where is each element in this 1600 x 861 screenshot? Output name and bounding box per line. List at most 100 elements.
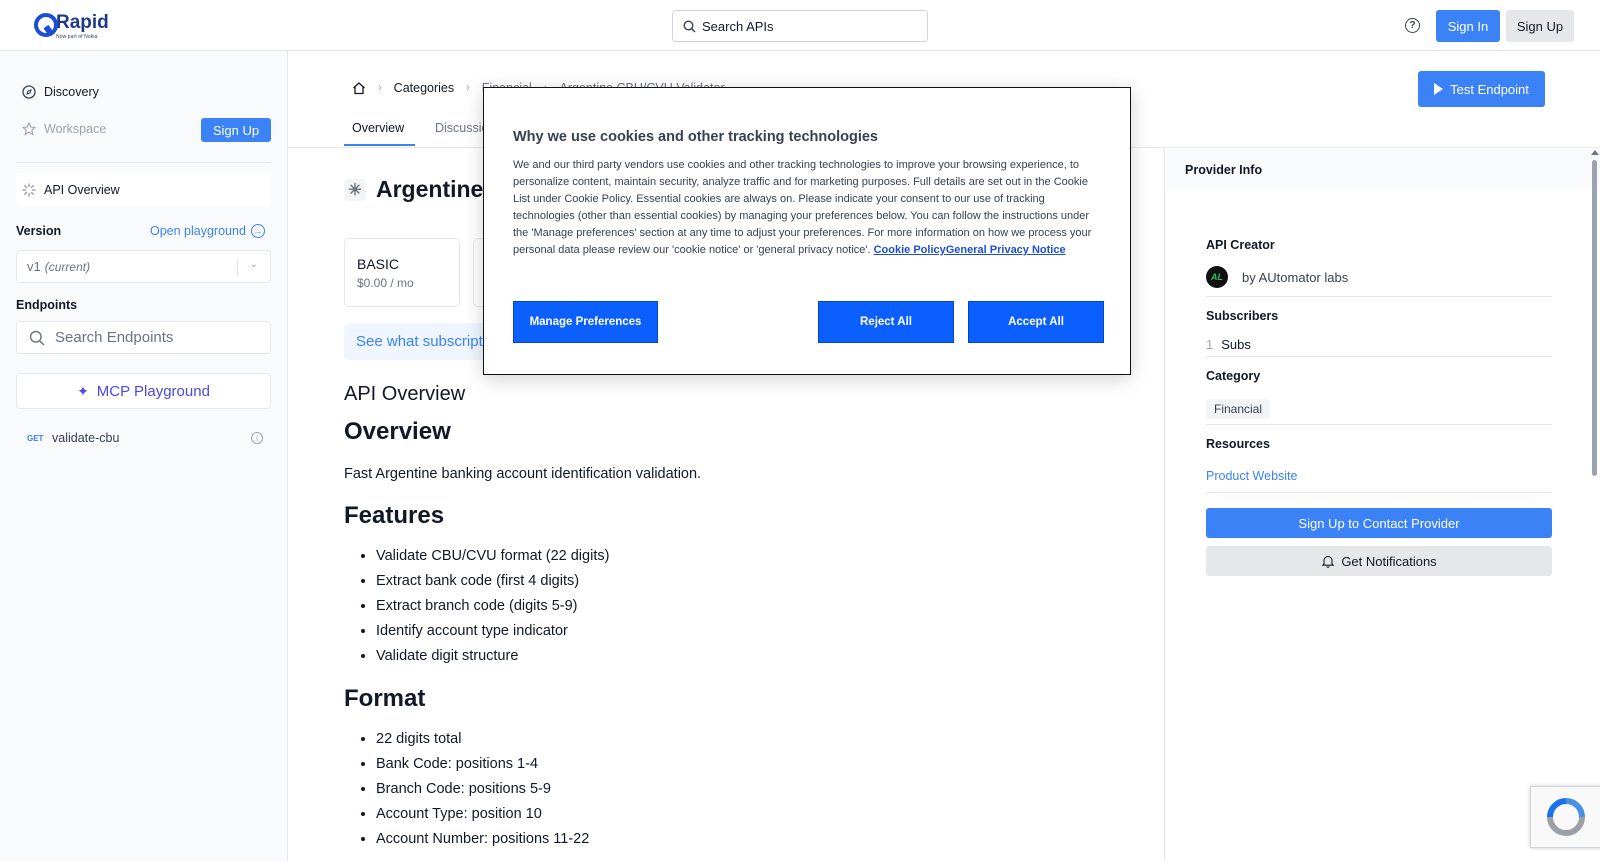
- privacy-notice-link[interactable]: General Privacy Notice: [946, 244, 1066, 256]
- overview-text: Fast Argentine banking account identific…: [344, 466, 702, 482]
- version-value: v1: [27, 259, 41, 274]
- cookie-dialog-body: We and our third party vendors use cooki…: [513, 157, 1103, 259]
- endpoint-item[interactable]: GET validate-cbu i: [27, 431, 267, 445]
- logo-subtext: Now part of Nokia: [56, 34, 98, 40]
- sidebar-item-workspace[interactable]: Workspace: [22, 122, 106, 136]
- rapid-logo-icon: [34, 13, 58, 37]
- breadcrumb-categories[interactable]: Categories: [394, 81, 454, 95]
- search-endpoints-placeholder: Search Endpoints: [55, 329, 174, 346]
- active-tab-indicator: [344, 144, 415, 146]
- sparkle-icon: ✦: [77, 382, 89, 399]
- list-item: Account Number: positions 11-22: [376, 827, 1144, 852]
- reject-all-button[interactable]: Reject All: [818, 301, 954, 343]
- sidebar-item-discovery[interactable]: Discovery: [22, 85, 99, 99]
- contact-provider-button[interactable]: Sign Up to Contact Provider: [1206, 508, 1552, 538]
- sidebar-divider: [16, 162, 271, 163]
- test-endpoint-button[interactable]: Test Endpoint: [1418, 71, 1545, 107]
- list-item: Identify account type indicator: [376, 619, 1144, 644]
- category-tag[interactable]: Financial: [1206, 399, 1271, 419]
- search-apis-input[interactable]: Search APIs: [672, 10, 928, 42]
- help-icon[interactable]: ?: [1405, 18, 1420, 33]
- plan-card-basic[interactable]: BASIC $0.00 / mo: [344, 238, 460, 307]
- endpoints-label: Endpoints: [16, 298, 78, 312]
- tab-overview[interactable]: Overview: [352, 121, 404, 135]
- get-notifications-button[interactable]: Get Notifications: [1206, 546, 1552, 576]
- bell-icon: [1321, 555, 1335, 568]
- list-item: Branch Code: positions 5-9: [376, 777, 1144, 802]
- list-item: Extract branch code (digits 5-9): [376, 594, 1144, 619]
- product-website-link[interactable]: Product Website: [1206, 469, 1297, 483]
- list-item: Validate digit structure: [376, 644, 1144, 669]
- mcp-playground-label: MCP Playground: [96, 382, 210, 400]
- version-note: (current): [44, 259, 91, 274]
- list-item: 22 digits total: [376, 727, 1144, 752]
- version-select[interactable]: v1 (current) ⌄: [16, 250, 271, 283]
- subscribers-count: 1 Subs: [1206, 337, 1251, 352]
- sign-in-button[interactable]: Sign In: [1436, 10, 1500, 42]
- sidebar-sign-up-button[interactable]: Sign Up: [201, 118, 271, 142]
- list-item: Account Type: position 10: [376, 802, 1144, 827]
- see-subscriptions-link[interactable]: See what subscriptions: [344, 323, 494, 360]
- search-apis-placeholder: Search APIs: [702, 18, 774, 34]
- divider: [1206, 424, 1552, 425]
- list-item: Bank Code: positions 1-4: [376, 752, 1144, 777]
- overview-heading: Overview: [344, 418, 451, 445]
- api-creator-label: API Creator: [1206, 238, 1275, 252]
- scrollbar-thumb[interactable]: [1592, 160, 1597, 476]
- get-notifications-label: Get Notifications: [1341, 553, 1437, 569]
- play-icon: [1434, 83, 1444, 95]
- cookie-policy-link[interactable]: Cookie Policy: [874, 244, 946, 256]
- subs-number: 1: [1206, 337, 1214, 352]
- search-icon: [683, 19, 696, 32]
- breadcrumb-separator-icon: ›: [378, 82, 382, 94]
- features-heading: Features: [344, 502, 445, 529]
- test-endpoint-label: Test Endpoint: [1450, 81, 1529, 97]
- recaptcha-badge[interactable]: [1530, 786, 1600, 848]
- api-overview-heading: API Overview: [344, 383, 466, 405]
- info-icon[interactable]: i: [251, 432, 263, 444]
- avatar: AL: [1206, 266, 1228, 288]
- mcp-playground-button[interactable]: ✦ MCP Playground: [16, 373, 271, 409]
- cookie-dialog-title: Why we use cookies and other tracking te…: [513, 129, 878, 145]
- open-playground-link[interactable]: Open playground →: [150, 224, 265, 238]
- sidebar-item-label: Workspace: [44, 122, 107, 136]
- logo-text: Rapid: [56, 12, 109, 33]
- scroll-up-arrow-icon[interactable]: [1591, 150, 1599, 155]
- divider: [1206, 296, 1552, 297]
- resources-label: Resources: [1206, 437, 1270, 451]
- chevron-down-icon: ⌄: [249, 259, 258, 270]
- category-label: Category: [1206, 369, 1261, 383]
- sidebar-item-api-overview[interactable]: API Overview: [16, 173, 271, 207]
- select-separator: [237, 259, 238, 276]
- subs-unit: Subs: [1221, 337, 1251, 352]
- format-list: 22 digits total Bank Code: positions 1-4…: [344, 727, 1144, 852]
- top-bar: Rapid Now part of Nokia Search APIs ? Si…: [0, 0, 1600, 51]
- provider-info-header: Provider Info: [1165, 149, 1600, 189]
- open-playground-label: Open playground: [150, 224, 246, 238]
- creator-name: by AUtomator labs: [1242, 269, 1349, 285]
- rapid-logo[interactable]: Rapid Now part of Nokia: [34, 13, 109, 40]
- search-endpoints-input[interactable]: Search Endpoints: [16, 321, 271, 354]
- sign-up-button[interactable]: Sign Up: [1506, 10, 1574, 42]
- divider: [1206, 356, 1552, 357]
- arrow-right-circle-icon: →: [250, 224, 265, 238]
- sidebar-item-label: Discovery: [44, 85, 99, 99]
- api-title: ✳ Argentine: [344, 176, 483, 203]
- accept-all-button[interactable]: Accept All: [968, 301, 1104, 343]
- features-list: Validate CBU/CVU format (22 digits) Extr…: [344, 544, 1144, 669]
- endpoint-method: GET: [27, 433, 44, 443]
- list-item: Extract bank code (first 4 digits): [376, 569, 1144, 594]
- plan-price: $0.00 / mo: [357, 276, 414, 290]
- endpoint-name: validate-cbu: [52, 431, 120, 445]
- subscribers-label: Subscribers: [1206, 309, 1279, 323]
- cookie-consent-dialog: Why we use cookies and other tracking te…: [483, 87, 1131, 375]
- provider-info-panel: Provider Info API Creator AL by AUtomato…: [1164, 149, 1600, 861]
- api-spinner-icon: [22, 183, 36, 197]
- manage-preferences-button[interactable]: Manage Preferences: [513, 301, 658, 343]
- home-icon[interactable]: [352, 81, 366, 95]
- star-icon: [22, 122, 36, 136]
- creator-row[interactable]: AL by AUtomator labs: [1206, 266, 1348, 288]
- divider: [1206, 492, 1552, 493]
- sidebar-item-label: API Overview: [44, 183, 120, 197]
- api-title-text: Argentine: [376, 176, 484, 202]
